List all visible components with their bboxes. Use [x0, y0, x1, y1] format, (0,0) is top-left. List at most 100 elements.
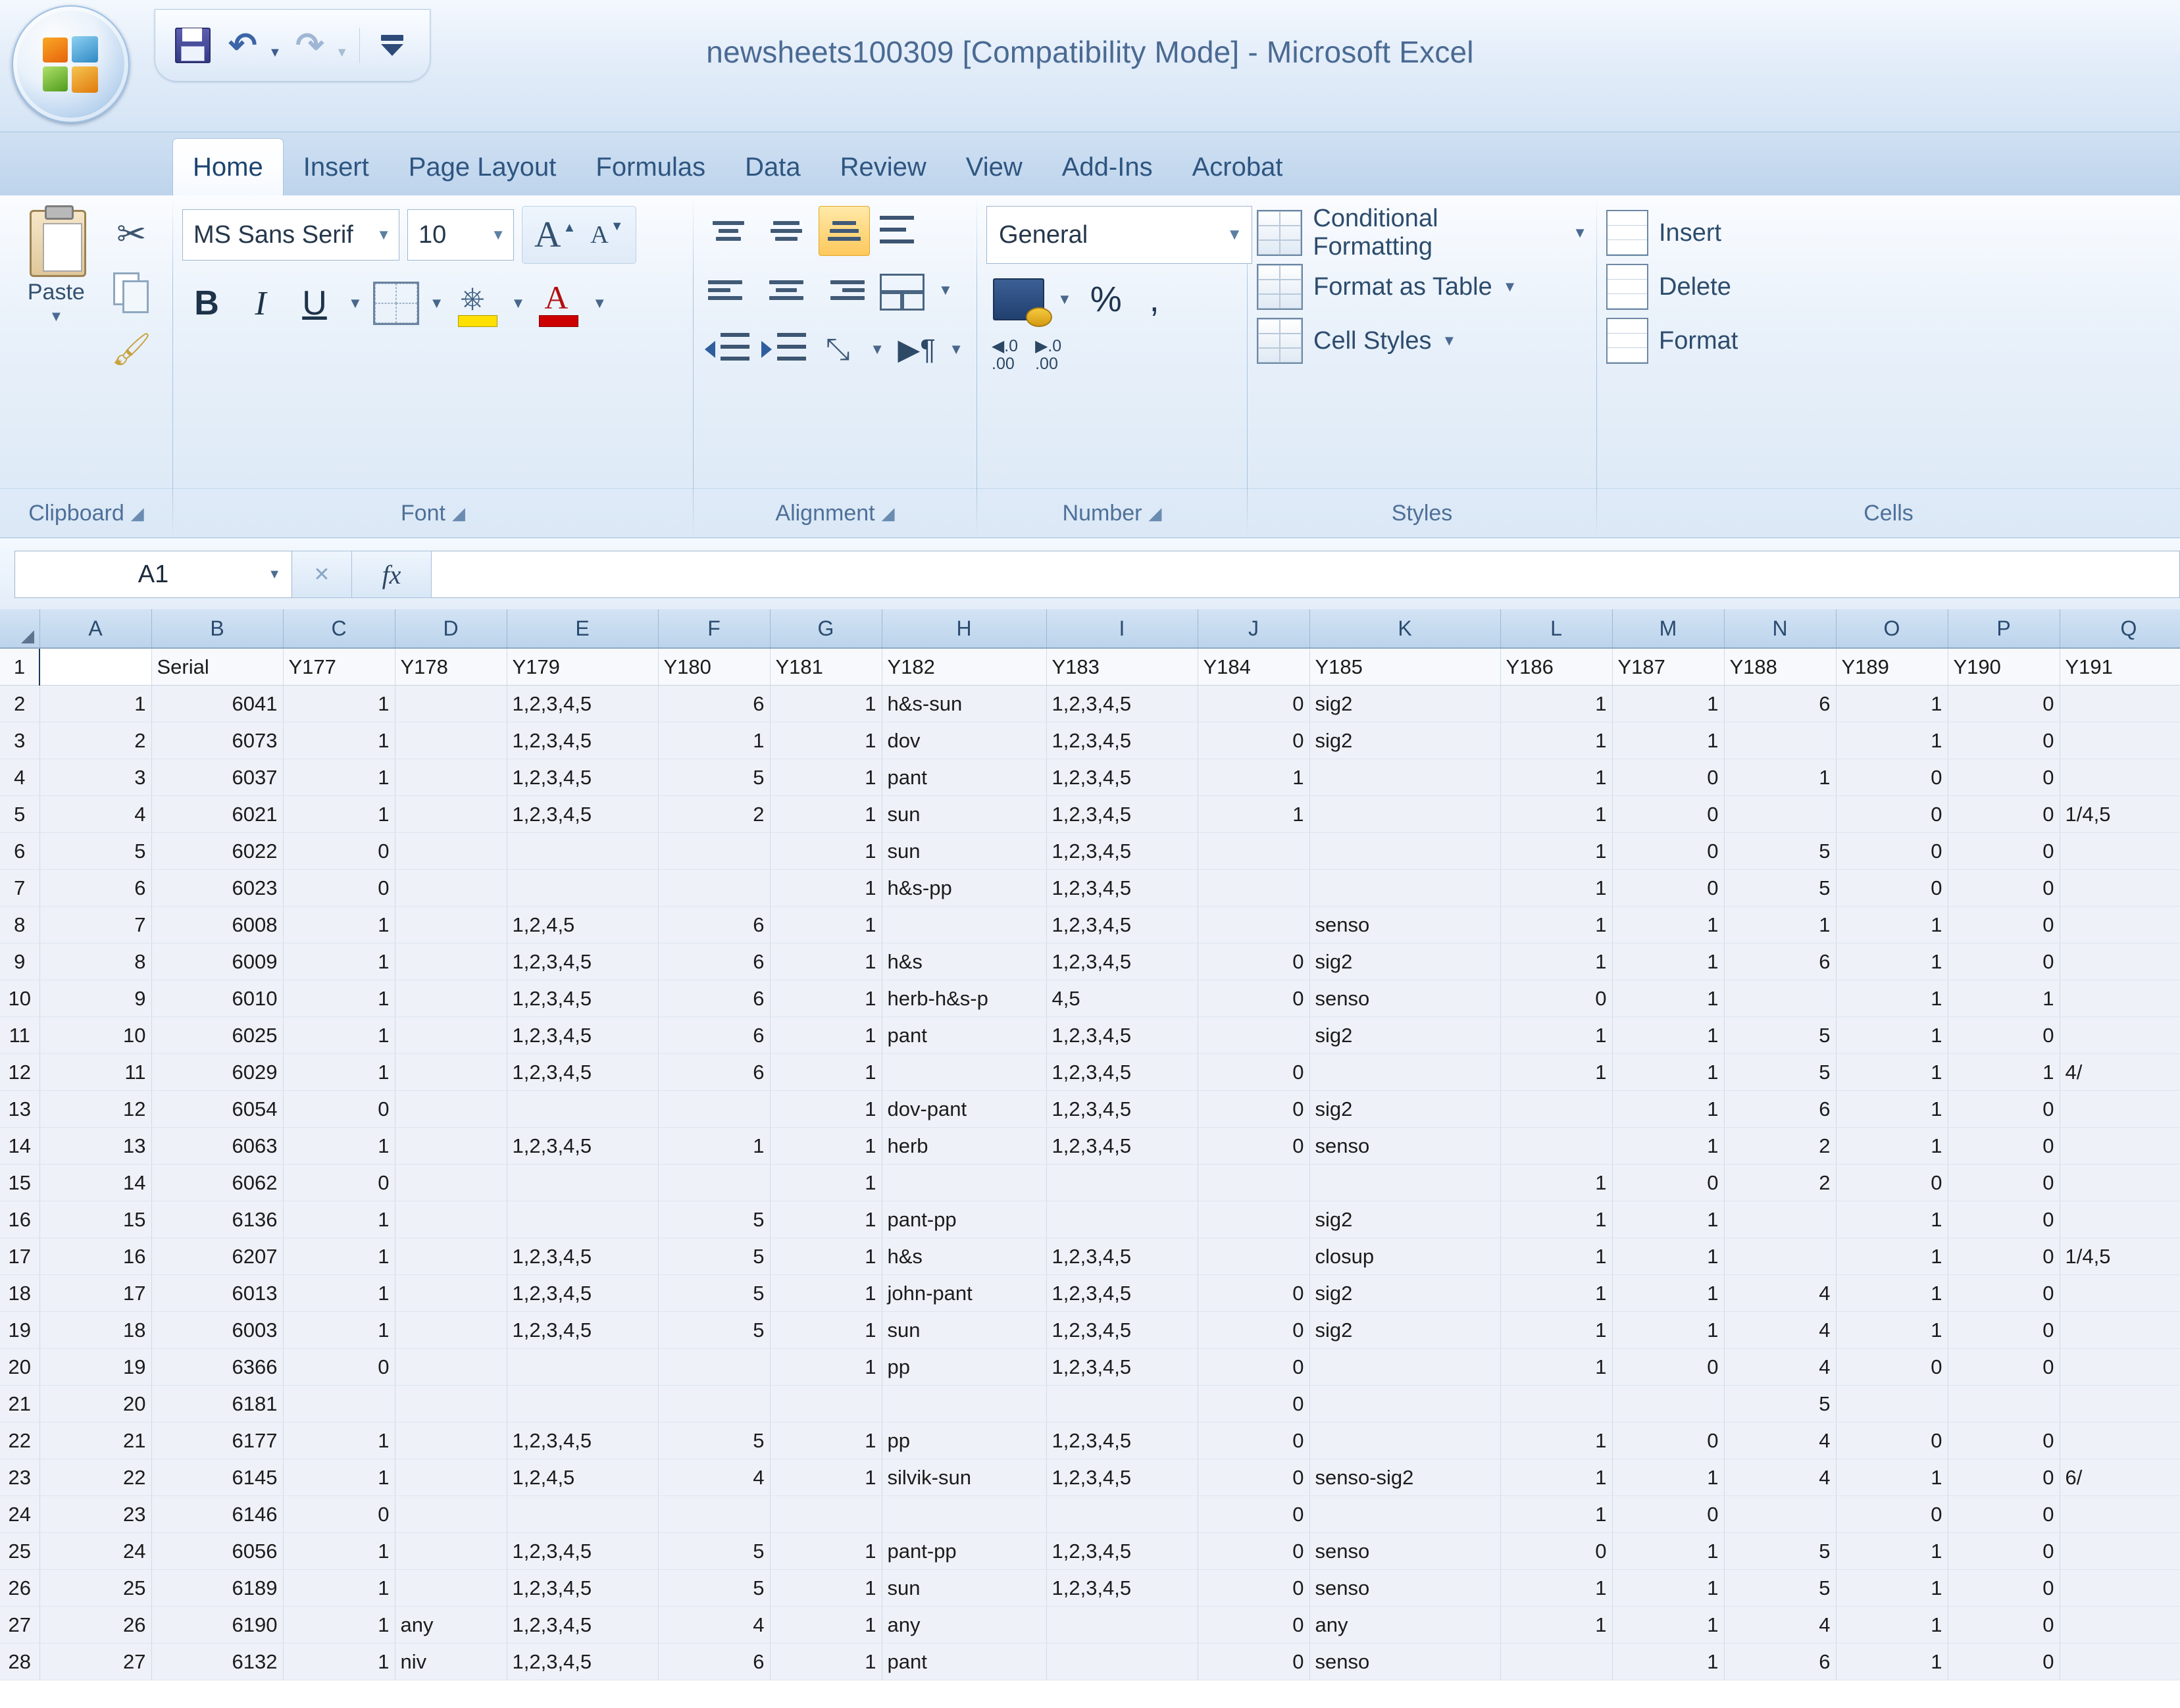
cell[interactable]: 1: [1724, 759, 1836, 796]
cell[interactable]: pant: [882, 759, 1046, 796]
cell[interactable]: 1,2,3,4,5: [1046, 907, 1198, 943]
cell[interactable]: 1: [283, 907, 395, 943]
cell[interactable]: 4: [1724, 1312, 1836, 1349]
cell[interactable]: 0: [283, 1165, 395, 1201]
insert-cells-button[interactable]: Insert: [1606, 206, 2171, 260]
cell[interactable]: [507, 870, 658, 907]
cell[interactable]: 1: [283, 1017, 395, 1054]
cell[interactable]: 1: [770, 1570, 882, 1607]
comma-style-button[interactable]: ,: [1136, 279, 1173, 320]
table-row[interactable]: 21206181 0 5: [0, 1386, 2180, 1422]
cell[interactable]: 6146: [151, 1496, 283, 1533]
cell[interactable]: 1,2,3,4,5: [507, 1275, 658, 1312]
cell[interactable]: 24: [39, 1533, 151, 1570]
cell[interactable]: 15: [39, 1201, 151, 1238]
cell[interactable]: 1: [1612, 1275, 1724, 1312]
table-row[interactable]: 201963660 1pp1,2,3,4,50 10400 11,2,4: [0, 1349, 2180, 1386]
cell[interactable]: [395, 796, 507, 833]
cell[interactable]: 1: [1500, 870, 1612, 907]
cell[interactable]: [658, 1091, 770, 1128]
cell[interactable]: [2060, 1386, 2180, 1422]
cell[interactable]: 6: [658, 907, 770, 943]
cell[interactable]: [1198, 1017, 1309, 1054]
cell[interactable]: 6207: [151, 1238, 283, 1275]
cell[interactable]: 1: [1612, 1128, 1724, 1165]
cell[interactable]: 1: [1612, 980, 1724, 1017]
cell[interactable]: 0: [1198, 1091, 1309, 1128]
cell[interactable]: 0: [1948, 870, 2060, 907]
cell[interactable]: sig2: [1309, 1091, 1500, 1128]
cell[interactable]: h&s: [882, 943, 1046, 980]
cell[interactable]: 1: [283, 1644, 395, 1680]
cell[interactable]: 1: [1836, 1570, 1948, 1607]
row-header-4[interactable]: 4: [0, 759, 39, 796]
cell[interactable]: any: [1309, 1607, 1500, 1644]
cell[interactable]: Y177: [283, 648, 395, 686]
cell[interactable]: [882, 1386, 1046, 1422]
cell[interactable]: 1,2,3,4,5: [1046, 1238, 1198, 1275]
cell[interactable]: 6013: [151, 1275, 283, 1312]
table-row[interactable]: 2160411 1,2,3,4,561h&s-sun1,2,3,4,50sig2…: [0, 686, 2180, 722]
cell[interactable]: [658, 1165, 770, 1201]
column-header-b[interactable]: B: [151, 609, 283, 648]
increase-decimal-button[interactable]: ◀.0 .00: [986, 335, 1023, 376]
cell[interactable]: 1: [770, 1238, 882, 1275]
cell[interactable]: 1,2,4,5: [507, 907, 658, 943]
cell[interactable]: 0: [1612, 759, 1724, 796]
row-header-11[interactable]: 11: [0, 1017, 39, 1054]
cell[interactable]: 1: [1836, 1533, 1948, 1570]
column-header-k[interactable]: K: [1309, 609, 1500, 648]
cell[interactable]: sig2: [1309, 943, 1500, 980]
cell[interactable]: pant: [882, 1644, 1046, 1680]
table-row[interactable]: 252460561 1,2,3,4,551pant-pp1,2,3,4,50se…: [0, 1533, 2180, 1570]
cell[interactable]: 4/: [2060, 1054, 2180, 1091]
cell[interactable]: 1: [770, 1422, 882, 1459]
cell[interactable]: 4: [658, 1459, 770, 1496]
cell[interactable]: 1: [283, 759, 395, 796]
row-header-25[interactable]: 25: [0, 1533, 39, 1570]
cell[interactable]: 5: [1724, 1017, 1836, 1054]
cell[interactable]: 1: [1836, 1459, 1948, 1496]
clipboard-dialog-launcher-icon[interactable]: ◢: [131, 503, 144, 524]
cell[interactable]: [395, 1275, 507, 1312]
cell[interactable]: 1: [1500, 1422, 1612, 1459]
cell[interactable]: h&s: [882, 1238, 1046, 1275]
cell[interactable]: 0: [1612, 1165, 1724, 1201]
cell[interactable]: 1: [283, 1201, 395, 1238]
cell[interactable]: 0: [1948, 1496, 2060, 1533]
wrap-text-button[interactable]: ▶¶: [895, 324, 938, 374]
cell[interactable]: Y189: [1836, 648, 1948, 686]
column-header-e[interactable]: E: [507, 609, 658, 648]
cell[interactable]: 1,2,3,4,5: [507, 980, 658, 1017]
cell[interactable]: [2060, 1128, 2180, 1165]
cell[interactable]: 0: [1948, 686, 2060, 722]
cell[interactable]: sig2: [1309, 1312, 1500, 1349]
cell[interactable]: 6190: [151, 1607, 283, 1644]
cell[interactable]: h&s-pp: [882, 870, 1046, 907]
italic-button[interactable]: I: [236, 276, 285, 331]
cell[interactable]: 0: [1948, 1017, 2060, 1054]
cell[interactable]: Y179: [507, 648, 658, 686]
cell[interactable]: 1: [1612, 943, 1724, 980]
cell[interactable]: 0: [1948, 1165, 2060, 1201]
row-header-7[interactable]: 7: [0, 870, 39, 907]
cell[interactable]: 6063: [151, 1128, 283, 1165]
cell[interactable]: 1: [1500, 943, 1612, 980]
cell[interactable]: 1: [283, 1054, 395, 1091]
cell[interactable]: 5: [1724, 870, 1836, 907]
cell[interactable]: 6: [1724, 1091, 1836, 1128]
cell[interactable]: 0: [1612, 1349, 1724, 1386]
cell[interactable]: 0: [1948, 722, 2060, 759]
cut-button[interactable]: ✂: [103, 210, 160, 259]
row-header-15[interactable]: 15: [0, 1165, 39, 1201]
cell[interactable]: sun: [882, 796, 1046, 833]
cell[interactable]: 1: [1500, 722, 1612, 759]
cell[interactable]: [1309, 1422, 1500, 1459]
cell[interactable]: 0: [1500, 980, 1612, 1017]
percent-style-button[interactable]: %: [1078, 279, 1134, 320]
text-direction-button[interactable]: ⤡: [816, 324, 859, 374]
wrap-text-dropdown-icon[interactable]: ▼: [945, 341, 967, 358]
cell[interactable]: [882, 1054, 1046, 1091]
cell[interactable]: 1,2,3,4,5: [1046, 833, 1198, 870]
cell[interactable]: [2060, 870, 2180, 907]
